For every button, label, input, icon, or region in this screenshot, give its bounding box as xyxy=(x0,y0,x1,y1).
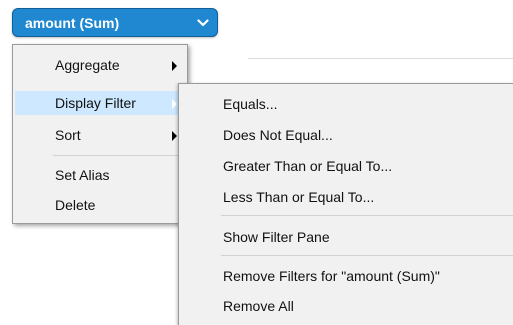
submenu-item-label: Less Than or Equal To... xyxy=(223,189,375,205)
submenu-arrow-icon xyxy=(172,131,177,141)
menu-item-label: Set Alias xyxy=(55,167,110,183)
submenu-item-greater-than-or-equal[interactable]: Greater Than or Equal To... xyxy=(181,154,511,178)
context-menu: Aggregate Display Filter Sort Set Alias … xyxy=(12,44,188,224)
menu-item-label: Display Filter xyxy=(55,95,136,111)
submenu-item-remove-all[interactable]: Remove All xyxy=(181,294,511,318)
menu-item-sort[interactable]: Sort xyxy=(15,123,185,147)
menu-item-label: Aggregate xyxy=(55,57,120,73)
submenu-arrow-icon xyxy=(172,99,177,109)
submenu-item-show-filter-pane[interactable]: Show Filter Pane xyxy=(181,225,511,249)
menu-separator xyxy=(221,255,513,256)
menu-item-aggregate[interactable]: Aggregate xyxy=(15,53,185,77)
display-filter-submenu: Equals... Does Not Equal... Greater Than… xyxy=(178,83,513,325)
submenu-item-less-than-or-equal[interactable]: Less Than or Equal To... xyxy=(181,185,511,209)
submenu-item-label: Does Not Equal... xyxy=(223,127,333,143)
field-pill-label: amount (Sum) xyxy=(25,15,120,31)
menu-item-label: Delete xyxy=(55,197,96,213)
menu-separator xyxy=(221,215,513,216)
chevron-down-icon[interactable] xyxy=(197,19,209,27)
menu-item-label: Sort xyxy=(55,127,81,143)
menu-separator xyxy=(53,155,181,156)
menu-item-delete[interactable]: Delete xyxy=(15,193,185,217)
field-pill-amount-sum[interactable]: amount (Sum) xyxy=(12,8,218,37)
menu-item-display-filter[interactable]: Display Filter xyxy=(15,91,185,115)
submenu-item-remove-filters-for-field[interactable]: Remove Filters for "amount (Sum)" xyxy=(181,264,511,288)
submenu-item-equals[interactable]: Equals... xyxy=(181,92,511,116)
submenu-item-label: Equals... xyxy=(223,96,278,112)
submenu-arrow-icon xyxy=(172,61,177,71)
background-divider xyxy=(248,58,513,59)
submenu-item-does-not-equal[interactable]: Does Not Equal... xyxy=(181,123,511,147)
submenu-item-label: Remove Filters for "amount (Sum)" xyxy=(223,268,440,284)
submenu-item-label: Remove All xyxy=(223,298,294,314)
submenu-item-label: Show Filter Pane xyxy=(223,229,330,245)
menu-item-set-alias[interactable]: Set Alias xyxy=(15,163,185,187)
submenu-item-label: Greater Than or Equal To... xyxy=(223,158,393,174)
